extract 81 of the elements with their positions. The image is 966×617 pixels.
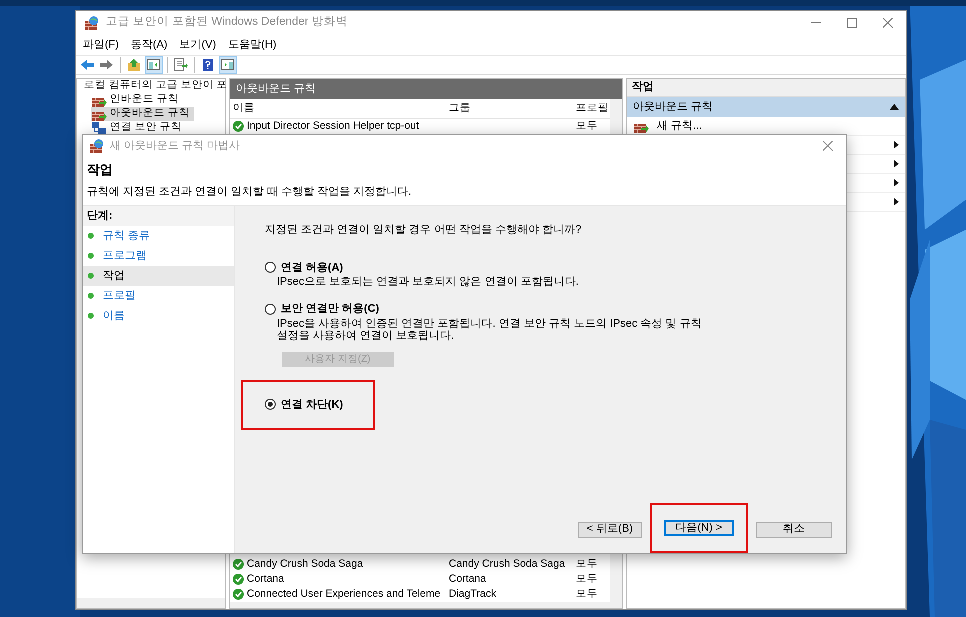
pane-title: 작업	[627, 79, 905, 97]
panel-left-button[interactable]	[145, 56, 163, 74]
horizontal-scrollbar[interactable]	[77, 598, 225, 608]
section-header[interactable]: 아웃바운드 규칙	[627, 97, 905, 117]
cancel-button[interactable]: 취소	[756, 522, 832, 538]
panel-left-icon	[147, 58, 161, 72]
check-icon	[233, 589, 244, 600]
check-icon	[233, 559, 244, 570]
step-label: 작업	[103, 268, 125, 284]
bullet-icon	[88, 293, 94, 299]
option-description: IPsec을 사용하여 인증된 연결만 포함됩니다. 연결 보안 규칙 노드의 IPsec 속성 및 규칙 설정을 사용하여 연결이 보호됩니다.	[276, 318, 703, 342]
action-item[interactable]: 새 규칙...	[633, 118, 702, 134]
dialog-title: 새 아웃바운드 규칙 마법사	[110, 138, 242, 154]
option-label[interactable]: 보안 연결만 허용(C)	[281, 301, 380, 318]
table-cell-text: 모두	[575, 556, 599, 572]
window-title: 고급 보안이 포함된 Windows Defender 방화벽	[106, 15, 349, 30]
bullet-icon	[88, 253, 94, 259]
export-list-button[interactable]	[172, 56, 190, 74]
pane-title: 아웃바운드 규칙	[230, 79, 622, 99]
bullet-icon	[88, 273, 94, 279]
back-button[interactable]: < 뒤로(B)	[578, 522, 642, 538]
step-link[interactable]: 프로그램	[103, 248, 147, 264]
close-icon	[883, 18, 893, 28]
column-header[interactable]: 프로필	[574, 100, 610, 116]
menu-item[interactable]: 도움말(H)	[223, 36, 282, 54]
table-cell-text: Candy Crush Soda Saga	[448, 556, 566, 572]
section-title: 아웃바운드 규칙	[633, 100, 714, 115]
table-cell-text: 모두	[575, 572, 599, 587]
steps-title: 단계:	[83, 206, 234, 226]
radio-button[interactable]	[265, 262, 276, 274]
table-cell-text: DiagTrack	[448, 586, 498, 602]
dialog-description: 규칙에 지정된 조건과 연결이 일치할 때 수행할 작업을 지정합니다.	[87, 184, 413, 200]
close-icon	[823, 141, 833, 151]
menu-item[interactable]: 파일(F)	[78, 36, 124, 54]
check-icon	[233, 121, 244, 132]
radio-button[interactable]	[265, 304, 276, 315]
tree-item[interactable]: 연결 보안 규칙	[91, 121, 186, 135]
question-text: 지정된 조건과 연결이 일치할 경우 어떤 작업을 수행해야 합니까?	[265, 223, 583, 238]
table-cell: Candy Crush Soda Saga	[230, 556, 446, 572]
horizontal-scrollbar[interactable]	[230, 602, 610, 608]
app-icon	[89, 139, 105, 153]
radio-button[interactable]	[265, 399, 276, 410]
maximize-icon	[847, 18, 857, 28]
step-link[interactable]: 규칙 종류	[103, 228, 150, 244]
back-arrow-icon	[80, 58, 94, 72]
bullet-icon	[88, 233, 94, 239]
panel-right-icon	[221, 58, 235, 72]
panel-right-button[interactable]	[219, 56, 237, 74]
help-icon	[201, 58, 215, 72]
column-header[interactable]: 이름	[230, 100, 446, 116]
bullet-icon	[88, 313, 94, 319]
submenu-arrow-icon[interactable]	[894, 160, 899, 168]
menu-item[interactable]: 동작(A)	[126, 36, 173, 54]
tree-item[interactable]: 로컬 컴퓨터의 고급 보안이 포	[84, 78, 228, 94]
column-header[interactable]: 그룹	[446, 100, 574, 116]
table-cell-text: Cortana	[448, 572, 488, 587]
menu-item[interactable]: 보기(V)	[174, 36, 222, 54]
option-label[interactable]: 연결 허용(A)	[281, 260, 344, 276]
submenu-arrow-icon[interactable]	[894, 141, 899, 149]
table-cell: Input Director Session Helper tcp-out	[230, 118, 446, 134]
step-link[interactable]: 이름	[103, 308, 125, 324]
table-cell-text: 모두	[575, 586, 599, 602]
folder-up-icon	[127, 58, 141, 72]
check-icon	[233, 574, 244, 585]
collapse-icon	[890, 104, 899, 110]
tree-item[interactable]: 아웃바운드 규칙	[91, 107, 194, 121]
table-cell: Connected User Experiences and Teleme	[230, 586, 446, 602]
export-list-icon	[174, 58, 188, 72]
forward-arrow-icon	[100, 58, 114, 72]
table-cell: Cortana	[230, 572, 446, 588]
submenu-arrow-icon[interactable]	[894, 179, 899, 187]
option-label[interactable]: 연결 차단(K)	[281, 396, 344, 414]
option-description: IPsec으로 보호되는 연결과 보호되지 않은 연결이 포함됩니다.	[276, 276, 580, 288]
next-button[interactable]: 다음(N) >	[664, 520, 734, 536]
folder-up-button[interactable]	[125, 56, 143, 74]
table-cell-text: 모두	[575, 118, 599, 134]
app-icon	[84, 16, 100, 30]
submenu-arrow-icon[interactable]	[894, 198, 899, 206]
dialog-heading: 작업	[87, 161, 114, 179]
rule-icon	[91, 121, 107, 135]
step-link[interactable]: 프로필	[103, 288, 136, 304]
